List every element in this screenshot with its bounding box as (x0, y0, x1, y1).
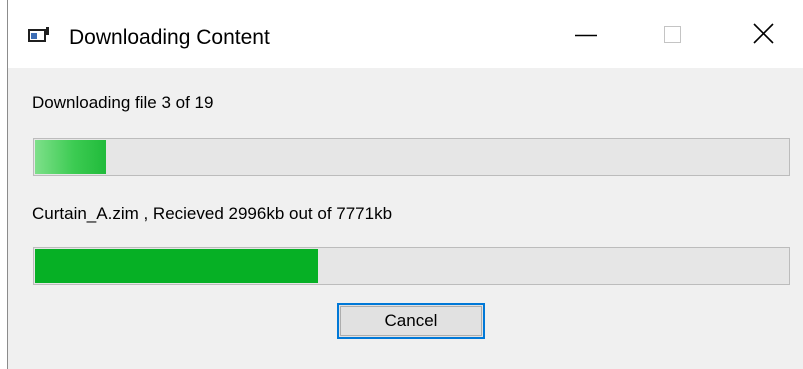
dialog-content: Downloading file 3 of 19 Curtain_A.zim ,… (8, 68, 803, 369)
overall-status-label: Downloading file 3 of 19 (32, 93, 214, 112)
close-icon (753, 23, 774, 44)
file-status-label: Curtain_A.zim , Recieved 2996kb out of 7… (32, 204, 393, 223)
maximize-icon (664, 26, 681, 43)
overall-progress-bar (33, 138, 790, 176)
file-progress-bar (33, 247, 790, 285)
download-dialog: Downloading Content Downloading file 3 o… (7, 0, 803, 369)
close-button[interactable] (733, 13, 793, 58)
title-bar: Downloading Content (8, 0, 803, 68)
window-title: Downloading Content (69, 26, 270, 49)
minimize-icon (575, 34, 597, 37)
cancel-button[interactable]: Cancel (337, 303, 485, 339)
overall-progress-fill (35, 140, 107, 174)
app-window-icon (28, 27, 49, 42)
maximize-button (641, 13, 701, 58)
file-progress-fill (35, 249, 319, 283)
cancel-button-label: Cancel (340, 306, 482, 336)
minimize-button[interactable] (556, 13, 616, 58)
